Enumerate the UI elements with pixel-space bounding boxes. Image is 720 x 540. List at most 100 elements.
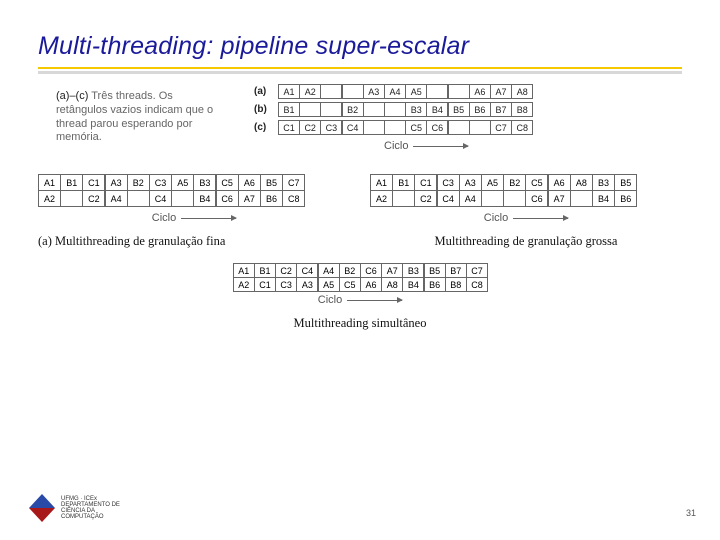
cell: B6 (469, 102, 491, 117)
logo-icon (28, 494, 56, 522)
panel-left-row2: A2C2A4C4B4C6A7B6C8 (38, 190, 350, 207)
panel-bottom-row2: A2C1C3A3A5C5A6A8B4B6B8C8 (233, 277, 487, 292)
caption-right: Multithreading de granulação grossa (370, 234, 682, 249)
panel-left: A1B1C1A3B2C3A5B3C5A6B5C7 A2C2A4C4B4C6A7B… (38, 174, 350, 249)
cell: C2 (275, 263, 297, 278)
thread-a-label: (a) (254, 86, 272, 97)
cell: C8 (466, 277, 488, 292)
cell: C8 (282, 190, 305, 207)
cell: C5 (339, 277, 361, 292)
cell (299, 102, 321, 117)
cell: B3 (592, 174, 615, 191)
caption-bottom: Multithreading simultâneo (294, 316, 427, 331)
thread-c: (c) C1C2C3C4C5C6C7C8 (254, 120, 532, 135)
cell: C3 (149, 174, 172, 191)
cell: B5 (424, 263, 446, 278)
ciclo-right: Ciclo (484, 212, 568, 224)
arrow-icon (413, 146, 468, 147)
cell: C1 (414, 174, 437, 191)
panel-left-row1: A1B1C1A3B2C3A5B3C5A6B5C7 (38, 174, 350, 191)
cell: C4 (342, 120, 364, 135)
cell (469, 120, 491, 135)
cell: A6 (548, 174, 571, 191)
cell: A8 (511, 84, 533, 99)
thread-a: (a) A1A2A3A4A5A6A7A8 (254, 84, 532, 99)
cell (392, 190, 415, 207)
cell: B1 (60, 174, 83, 191)
cell: B1 (392, 174, 415, 191)
thread-b-label: (b) (254, 104, 272, 115)
cell: A5 (481, 174, 504, 191)
cell (570, 190, 593, 207)
cell (320, 84, 342, 99)
cell: A1 (370, 174, 393, 191)
cell: B4 (193, 190, 216, 207)
cell: C2 (82, 190, 105, 207)
cell (426, 84, 448, 99)
cell: B1 (278, 102, 300, 117)
ciclo-bottom: Ciclo (318, 294, 402, 306)
cell: A1 (233, 263, 255, 278)
ciclo-left: Ciclo (152, 212, 236, 224)
cell: B5 (614, 174, 637, 191)
cell: B2 (503, 174, 526, 191)
cell: C6 (525, 190, 548, 207)
cell: B4 (592, 190, 615, 207)
ciclo-label-left: Ciclo (152, 212, 176, 224)
cell: A3 (296, 277, 318, 292)
intro-lead: (a)–(c) (56, 90, 88, 102)
cell: C6 (216, 190, 239, 207)
cell (384, 102, 406, 117)
cell: A2 (38, 190, 61, 207)
cell: C5 (525, 174, 548, 191)
cell: A5 (405, 84, 427, 99)
arrow-icon (513, 218, 568, 219)
title-underline (38, 67, 682, 69)
cell: A2 (233, 277, 255, 292)
cell: A7 (381, 263, 403, 278)
thread-c-label: (c) (254, 122, 272, 133)
cell: B5 (448, 102, 470, 117)
cell: C1 (254, 277, 276, 292)
cell: A1 (278, 84, 300, 99)
cell: C3 (320, 120, 342, 135)
cell: B1 (254, 263, 276, 278)
cell (481, 190, 504, 207)
cell (127, 190, 150, 207)
cell: B4 (426, 102, 448, 117)
cell: B7 (445, 263, 467, 278)
cell: A4 (318, 263, 340, 278)
cell (363, 120, 385, 135)
panel-right-row1: A1B1C1C3A3A5B2C5A6A8B3B5 (370, 174, 682, 191)
panel-bottom: A1B1C2C4A4B2C6A7B3B5B7C7 A2C1C3A3A5C5A6A… (38, 263, 682, 331)
cell: C3 (437, 174, 460, 191)
cell: B6 (424, 277, 446, 292)
cell: A8 (381, 277, 403, 292)
cell: C4 (437, 190, 460, 207)
cell: C2 (299, 120, 321, 135)
cell: C7 (466, 263, 488, 278)
cell: A3 (363, 84, 385, 99)
cell: B3 (193, 174, 216, 191)
cell: C2 (414, 190, 437, 207)
logo-text: UFMG · ICExDEPARTAMENTO DECIÊNCIA DACOMP… (61, 496, 120, 520)
cell: B7 (490, 102, 512, 117)
ciclo-label-bottom: Ciclo (318, 294, 342, 306)
panel-bottom-row1: A1B1C2C4A4B2C6A7B3B5B7C7 (233, 263, 487, 278)
cell: B6 (614, 190, 637, 207)
cell: A7 (490, 84, 512, 99)
cell: A5 (318, 277, 340, 292)
cell: C7 (282, 174, 305, 191)
cell: A3 (105, 174, 128, 191)
cell (60, 190, 83, 207)
cell: B4 (402, 277, 424, 292)
cell: C1 (82, 174, 105, 191)
panel-right: A1B1C1C3A3A5B2C5A6A8B3B5 A2C2C4A4C6A7B4B… (370, 174, 682, 249)
cell: B2 (339, 263, 361, 278)
cell: C4 (296, 263, 318, 278)
caption-left: (a) Multithreading de granulação fina (38, 234, 350, 249)
cell: B3 (402, 263, 424, 278)
cell: C7 (490, 120, 512, 135)
cell: A5 (171, 174, 194, 191)
arrow-icon (181, 218, 236, 219)
